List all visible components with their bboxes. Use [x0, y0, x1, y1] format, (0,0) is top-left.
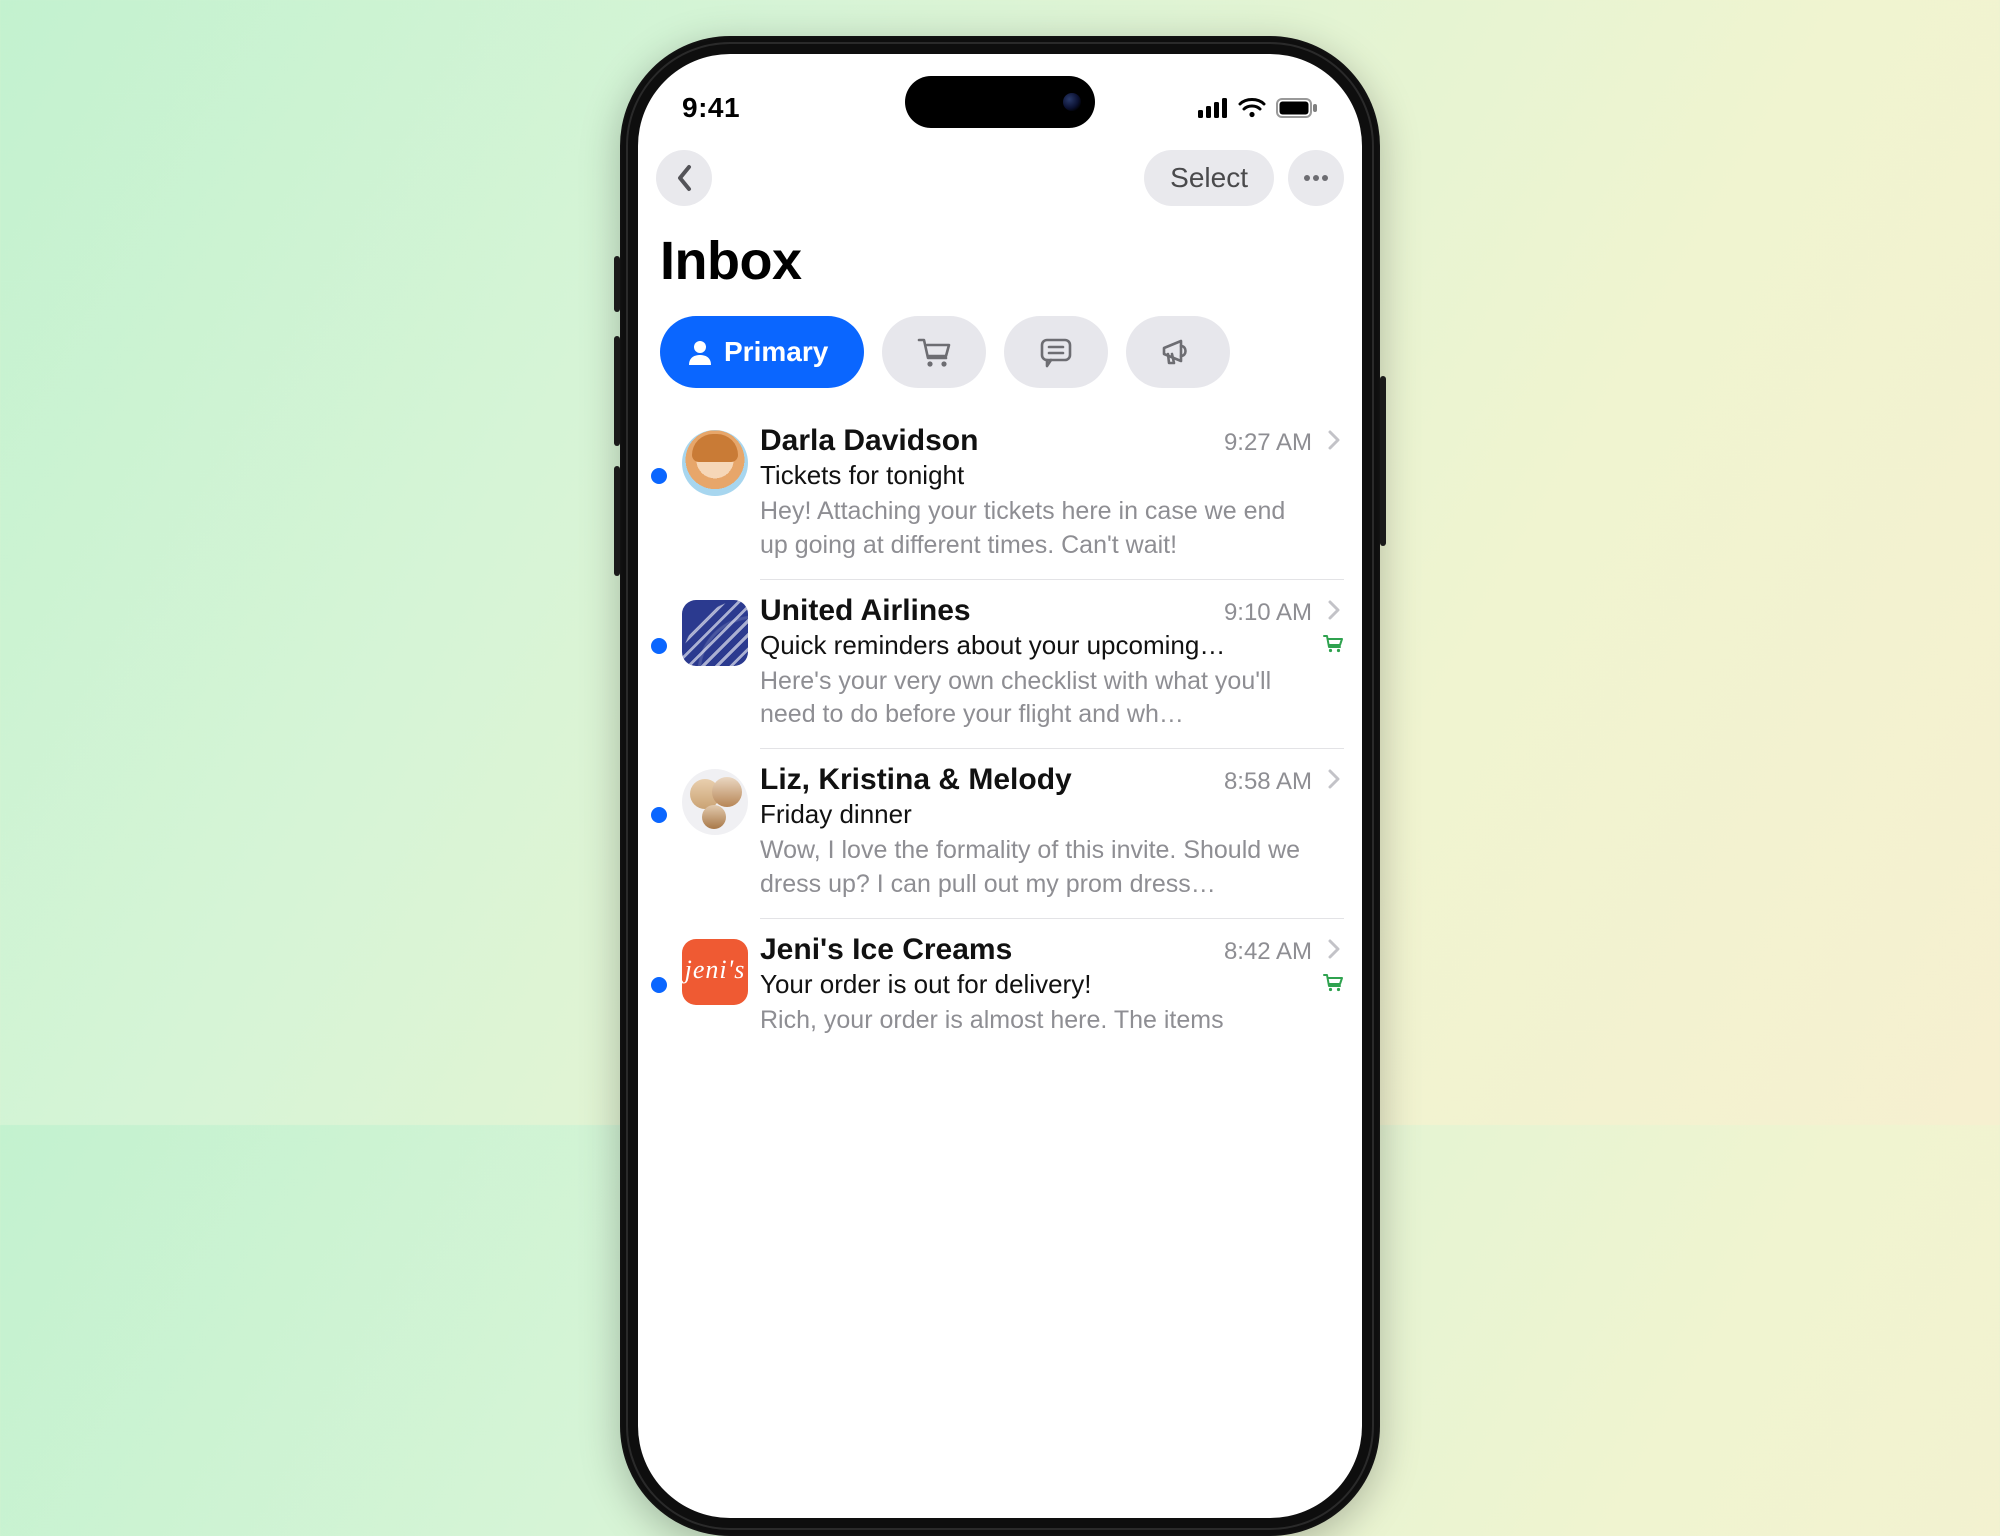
- email-preview: Rich, your order is almost here. The ite…: [760, 1000, 1344, 1038]
- cart-tag-icon: [1322, 972, 1344, 997]
- tab-promotions[interactable]: [1126, 316, 1230, 388]
- email-subject: Friday dinner: [760, 799, 1344, 830]
- avatar: [682, 600, 748, 666]
- cart-icon: [916, 336, 952, 368]
- cart-tag-icon: [1322, 633, 1344, 658]
- front-camera: [1063, 93, 1081, 111]
- more-button[interactable]: [1288, 150, 1344, 206]
- chevron-right-icon: [1322, 430, 1344, 455]
- email-list: Darla Davidson 9:27 AM Tickets for tonig…: [638, 410, 1362, 1053]
- email-subject: Tickets for tonight: [760, 460, 1344, 491]
- page-title: Inbox: [638, 220, 1362, 316]
- avatar: [682, 430, 748, 496]
- battery-icon: [1276, 98, 1318, 118]
- email-row[interactable]: Liz, Kristina & Melody 8:58 AM Friday di…: [638, 749, 1362, 919]
- unread-indicator: [648, 933, 670, 993]
- tab-primary[interactable]: Primary: [660, 316, 864, 388]
- unread-indicator: [648, 594, 670, 654]
- category-tabs: Primary: [638, 316, 1362, 410]
- phone-power-button: [1380, 376, 1386, 546]
- email-subject: Your order is out for delivery!: [760, 969, 1312, 1000]
- email-subject: Quick reminders about your upcoming…: [760, 630, 1312, 661]
- phone-silent-switch: [614, 256, 620, 312]
- unread-indicator: [648, 424, 670, 484]
- status-icons: [1198, 98, 1318, 118]
- chevron-right-icon: [1322, 600, 1344, 625]
- phone-screen: 9:41 Select: [638, 54, 1362, 1518]
- email-preview: Here's your very own checklist with what…: [760, 661, 1344, 733]
- chevron-right-icon: [1322, 769, 1344, 794]
- back-button[interactable]: [656, 150, 712, 206]
- select-button-label: Select: [1170, 162, 1248, 194]
- email-time: 8:58 AM: [1224, 768, 1312, 796]
- tab-primary-label: Primary: [724, 336, 828, 368]
- tab-social[interactable]: [1004, 316, 1108, 388]
- ellipsis-icon: [1303, 174, 1329, 182]
- email-sender: United Airlines: [760, 594, 1214, 628]
- avatar: jeni's: [682, 939, 748, 1005]
- chat-icon: [1038, 336, 1074, 368]
- chevron-right-icon: [1322, 939, 1344, 964]
- wifi-icon: [1238, 98, 1266, 118]
- select-button[interactable]: Select: [1144, 150, 1274, 206]
- tab-shopping[interactable]: [882, 316, 986, 388]
- email-time: 8:42 AM: [1224, 938, 1312, 966]
- email-row[interactable]: jeni's Jeni's Ice Creams 8:42 AM Your or…: [638, 919, 1362, 1054]
- cellular-icon: [1198, 98, 1228, 118]
- megaphone-icon: [1159, 336, 1197, 368]
- unread-indicator: [648, 763, 670, 823]
- email-time: 9:27 AM: [1224, 429, 1312, 457]
- email-time: 9:10 AM: [1224, 599, 1312, 627]
- person-icon: [688, 339, 712, 365]
- avatar: [682, 769, 748, 835]
- email-row[interactable]: Darla Davidson 9:27 AM Tickets for tonig…: [638, 410, 1362, 580]
- chevron-left-icon: [675, 164, 693, 192]
- phone-volume-down: [614, 466, 620, 576]
- email-sender: Jeni's Ice Creams: [760, 933, 1214, 967]
- email-sender: Darla Davidson: [760, 424, 1214, 458]
- nav-bar: Select: [638, 144, 1362, 220]
- phone-volume-up: [614, 336, 620, 446]
- dynamic-island: [905, 76, 1095, 128]
- phone-frame: 9:41 Select: [620, 36, 1380, 1536]
- email-sender: Liz, Kristina & Melody: [760, 763, 1214, 797]
- email-preview: Wow, I love the formality of this invite…: [760, 830, 1344, 902]
- email-row[interactable]: United Airlines 9:10 AM Quick reminders …: [638, 580, 1362, 750]
- email-preview: Hey! Attaching your tickets here in case…: [760, 491, 1344, 563]
- status-time: 9:41: [682, 92, 740, 124]
